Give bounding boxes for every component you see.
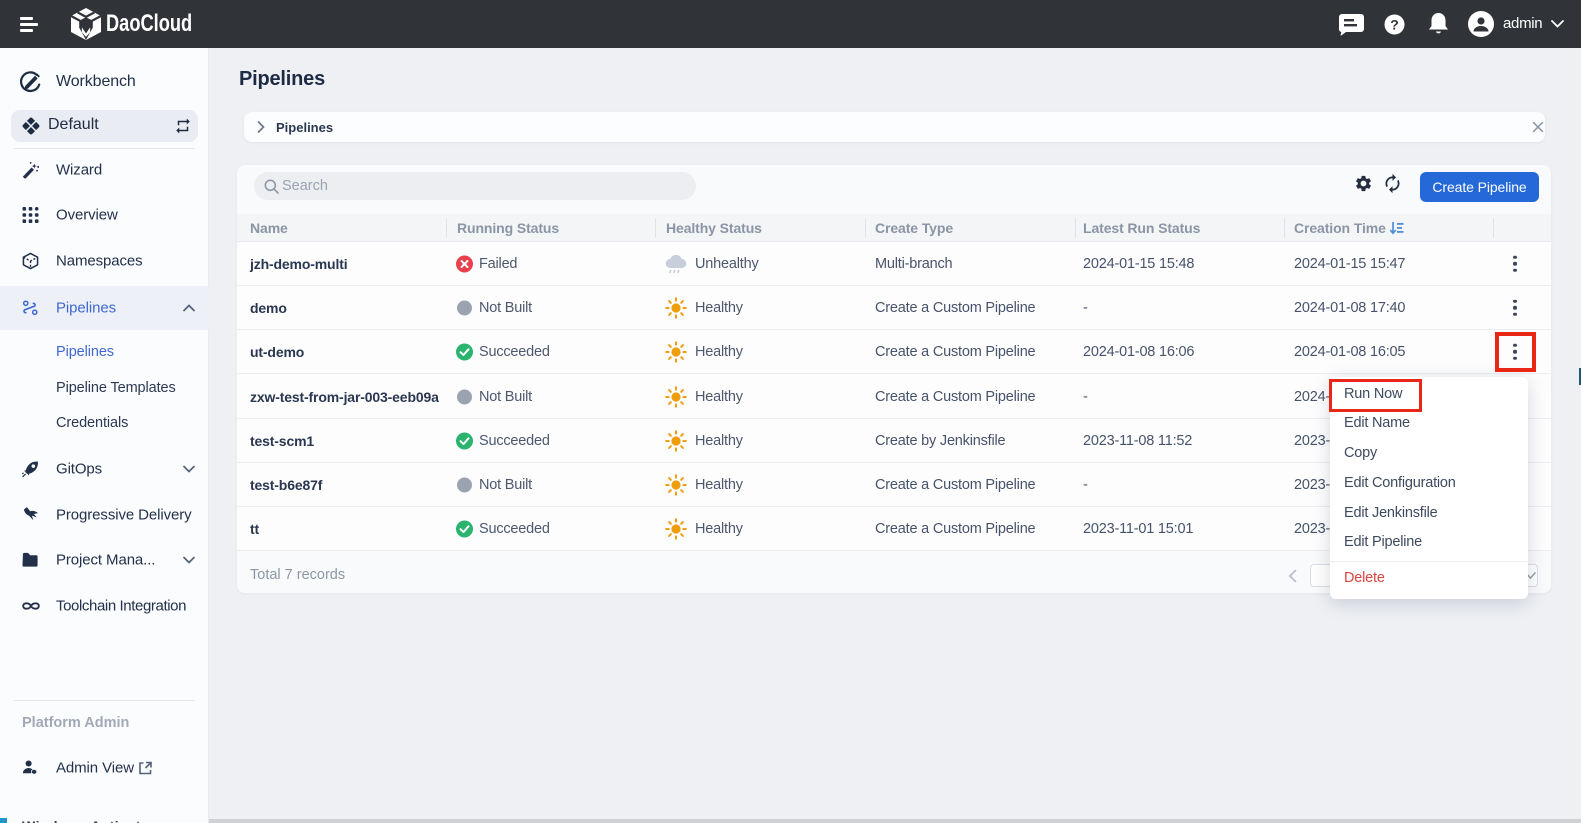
svg-text:?: ? — [1390, 17, 1399, 33]
